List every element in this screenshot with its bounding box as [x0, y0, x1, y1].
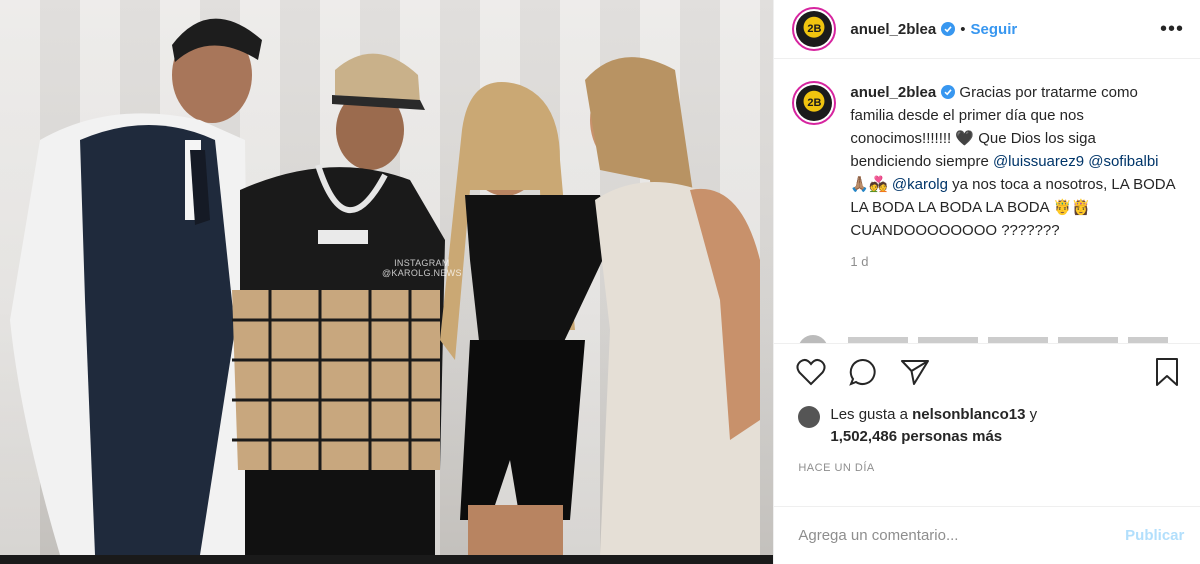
mention-luissuarez9[interactable]: @luissuarez9 [993, 153, 1084, 170]
avatar-logo: 2B [796, 11, 833, 47]
follow-button[interactable]: Seguir [971, 21, 1018, 38]
more-options-icon[interactable]: ••• [1160, 18, 1184, 41]
photo-bottom-bar [0, 555, 774, 564]
verified-badge-icon [941, 22, 956, 36]
mention-sofibalbi[interactable]: @sofibalbi [1088, 153, 1158, 170]
share-paper-plane-icon[interactable] [898, 355, 932, 389]
publish-button[interactable]: Publicar [1125, 527, 1184, 544]
caption-row: 2B anuel_2blea Gracias por tratarme como… [792, 81, 1184, 242]
watermark-line2: @KAROLG.NEWS [382, 268, 462, 278]
post-header: 2B anuel_2blea • Seguir ••• [774, 0, 1200, 59]
likes-count[interactable]: 1,502,486 personas más [830, 428, 1002, 445]
post-photo[interactable]: INSTAGRAM @KAROLG.NEWS [0, 0, 774, 564]
likes-prefix: Les gusta a [830, 406, 913, 423]
save-bookmark-icon[interactable] [1150, 355, 1184, 389]
caption-avatar[interactable]: 2B [792, 81, 837, 125]
like-heart-icon[interactable] [794, 355, 828, 389]
header-separator: • [960, 20, 966, 38]
posted-time[interactable]: HACE UN DÍA [774, 448, 1200, 474]
mention-karolg[interactable]: @karolg [892, 176, 948, 193]
likes-text: Les gusta a nelsonblanco13 y 1,502,486 p… [830, 404, 1037, 448]
caption-verified-icon [941, 85, 956, 99]
caption-avatar-logo: 2B [796, 85, 833, 121]
author-avatar[interactable]: 2B [792, 7, 837, 51]
add-comment-bar: Publicar [774, 506, 1200, 564]
likes-mid: y [1025, 406, 1038, 423]
caption-emoji1: 🙏🏽💑 [850, 176, 892, 193]
caption-time: 1 d [850, 254, 869, 269]
comment-bubble-icon[interactable] [846, 355, 880, 389]
likes-summary: Les gusta a nelsonblanco13 y 1,502,486 p… [774, 400, 1200, 448]
caption-text: anuel_2blea Gracias por tratarme como fa… [850, 81, 1180, 242]
liker-username[interactable]: nelsonblanco13 [912, 406, 1025, 423]
author-username[interactable]: anuel_2blea [850, 21, 936, 38]
action-bar [774, 344, 1200, 400]
next-comment-peek [798, 335, 1169, 343]
comment-avatar [798, 335, 829, 343]
comment-placeholder [848, 337, 1169, 343]
photo-watermark: INSTAGRAM @KAROLG.NEWS [382, 258, 462, 278]
comments-section: 2B anuel_2blea Gracias por tratarme como… [774, 59, 1200, 344]
instagram-post: INSTAGRAM @KAROLG.NEWS 2B anuel_2blea • … [0, 0, 1200, 564]
photo-people [10, 18, 760, 556]
watermark-line1: INSTAGRAM [394, 258, 450, 268]
comment-input[interactable] [796, 526, 1101, 545]
post-sidebar: 2B anuel_2blea • Seguir ••• 2B anuel_2bl… [773, 0, 1200, 564]
liker-avatar[interactable] [798, 406, 821, 428]
caption-username[interactable]: anuel_2blea [850, 84, 936, 101]
